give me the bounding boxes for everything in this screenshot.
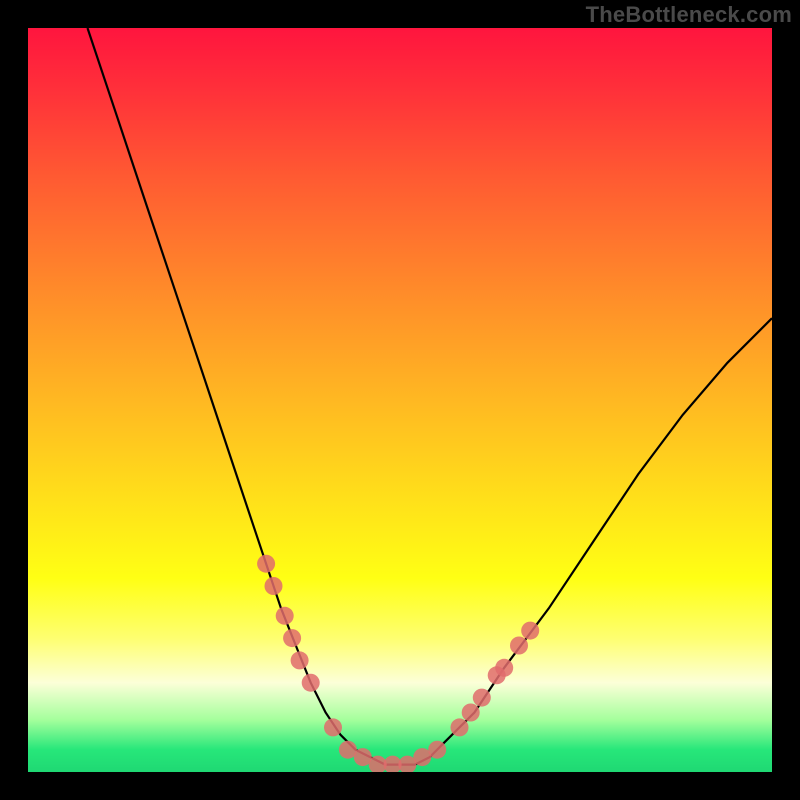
marker-point: [324, 718, 342, 736]
marker-point: [510, 637, 528, 655]
marker-point: [302, 674, 320, 692]
marker-point: [462, 704, 480, 722]
chart-svg: [28, 28, 772, 772]
marker-point: [257, 555, 275, 573]
plot-area: [28, 28, 772, 772]
bottleneck-curve: [88, 28, 773, 765]
marker-point: [276, 607, 294, 625]
marker-point: [521, 622, 539, 640]
chart-frame: TheBottleneck.com: [0, 0, 800, 800]
marker-point: [428, 741, 446, 759]
marker-point: [495, 659, 513, 677]
marker-point: [283, 629, 301, 647]
marker-point: [265, 577, 283, 595]
marker-point: [473, 689, 491, 707]
marker-point: [291, 651, 309, 669]
watermark-text: TheBottleneck.com: [586, 2, 792, 28]
marker-point: [451, 718, 469, 736]
marker-group: [257, 555, 539, 772]
